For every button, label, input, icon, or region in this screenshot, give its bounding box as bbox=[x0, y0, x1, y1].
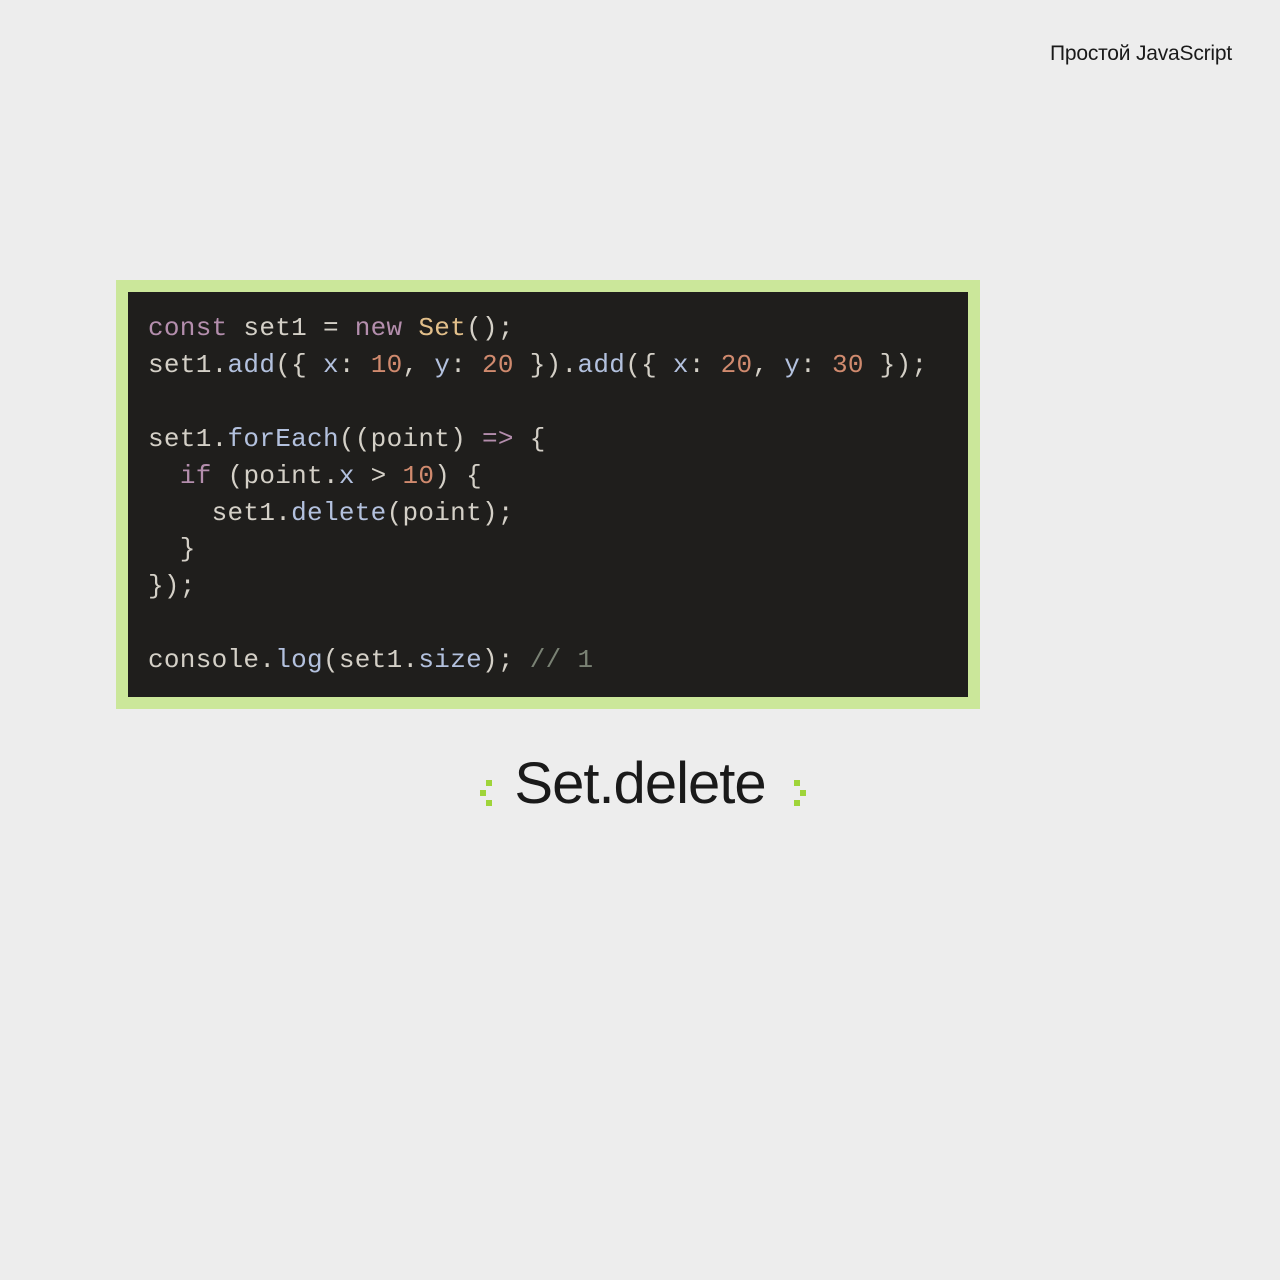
code-line: if (point.x > 10) { bbox=[128, 458, 968, 495]
code-line: set1.forEach((point) => { bbox=[128, 421, 968, 458]
code-line bbox=[128, 605, 968, 642]
code-line: const set1 = new Set(); bbox=[128, 310, 968, 347]
title-row: Set.delete bbox=[0, 750, 1280, 817]
brand-label: Простой JavaScript bbox=[1050, 42, 1232, 66]
code-line: } bbox=[128, 531, 968, 568]
code-line: set1.delete(point); bbox=[128, 495, 968, 532]
chevron-left-icon bbox=[476, 773, 490, 795]
code-line: set1.add({ x: 10, y: 20 }).add({ x: 20, … bbox=[128, 347, 968, 384]
code-line: console.log(set1.size); // 1 bbox=[128, 642, 968, 679]
code-frame: const set1 = new Set();set1.add({ x: 10,… bbox=[116, 280, 980, 709]
chevron-right-icon bbox=[790, 773, 804, 795]
code-block: const set1 = new Set();set1.add({ x: 10,… bbox=[128, 292, 968, 697]
page-title: Set.delete bbox=[514, 750, 765, 817]
code-line bbox=[128, 384, 968, 421]
code-line: }); bbox=[128, 568, 968, 605]
